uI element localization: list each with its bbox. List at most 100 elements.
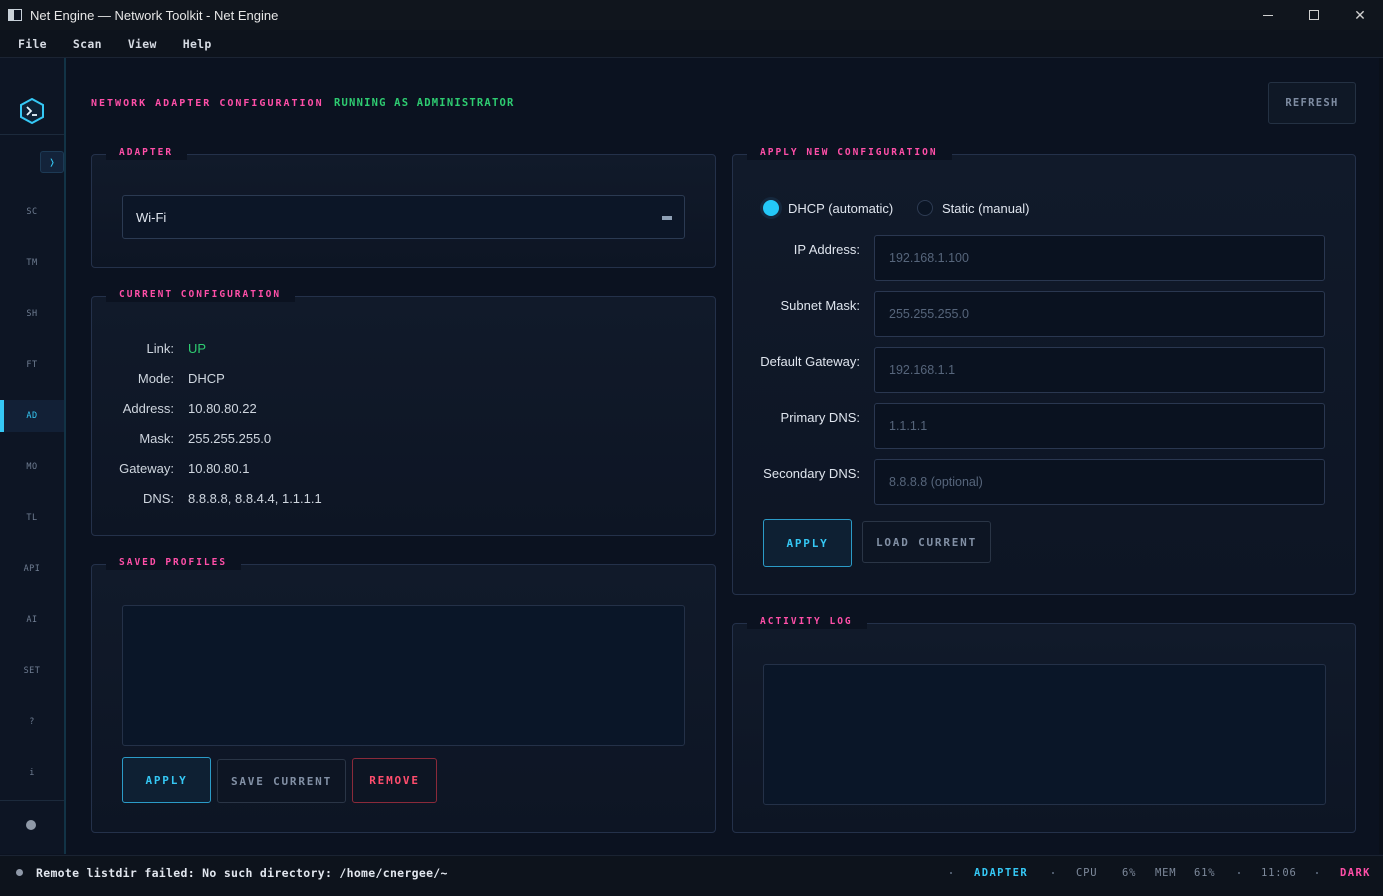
radio-checked-icon [763,200,779,216]
status-separator [1052,872,1054,874]
maximize-button[interactable] [1291,0,1337,30]
sidebar-item-help[interactable]: ? [0,706,64,738]
apply-profile-button[interactable]: APPLY [122,757,211,803]
sidebar-divider [0,134,64,135]
status-bar: Remote listdir failed: No such directory… [0,855,1383,896]
secondary-dns-label: Secondary DNS: [763,466,860,481]
page-title: NETWORK ADAPTER CONFIGURATION [91,98,324,109]
ip-address-input[interactable]: 192.168.1.100 [874,235,1325,281]
config-key: Gateway: [119,461,174,476]
radio-dhcp-label: DHCP (automatic) [788,200,894,216]
sidebar-item-ad[interactable]: AD [0,400,64,432]
subnet-mask-label: Subnet Mask: [780,298,861,313]
adapter-select-value: Wi-Fi [136,209,167,225]
remove-profile-button[interactable]: REMOVE [352,758,437,803]
config-row-address: Address: 10.80.80.22 [92,401,714,421]
status-separator [1316,872,1318,874]
apply-config-button[interactable]: APPLY [763,519,852,567]
sidebar-item-api[interactable]: API [0,553,64,585]
status-separator [950,872,952,874]
sidebar-item-ft[interactable]: FT [0,349,64,381]
status-separator [1238,872,1240,874]
config-row-link: Link: UP [92,341,714,361]
subnet-mask-input[interactable]: 255.255.255.0 [874,291,1325,337]
secondary-dns-placeholder: 8.8.8.8 (optional) [889,475,983,489]
theme-toggle[interactable]: DARK [1340,867,1371,879]
mem-label: MEM [1155,867,1177,879]
section-label: ADAPTER [106,145,188,160]
window-edge [1379,58,1383,854]
section-label: ACTIVITY LOG [747,614,867,629]
config-key: Mode: [137,371,174,386]
profiles-list[interactable] [122,605,685,746]
minimize-button[interactable] [1245,0,1291,30]
sidebar-item-tl[interactable]: TL [0,502,64,534]
menu-help[interactable]: Help [183,37,212,51]
sidebar-item-mo[interactable]: MO [0,451,64,483]
secondary-dns-input[interactable]: 8.8.8.8 (optional) [874,459,1325,505]
terminal-logo-icon [20,98,44,124]
mem-value: 61% [1194,867,1216,879]
config-value: UP [188,341,207,356]
section-label: SAVED PROFILES [106,555,242,570]
sidebar-item-sh[interactable]: SH [0,298,64,330]
sidebar-collapse-button[interactable]: ❭ [40,151,64,173]
status-message: Remote listdir failed: No such directory… [36,866,448,880]
config-key: Mask: [139,431,174,446]
section-label: CURRENT CONFIGURATION [106,287,296,302]
sidebar-divider [0,800,64,801]
default-gateway-input[interactable]: 192.168.1.1 [874,347,1325,393]
cpu-label: CPU [1076,867,1098,879]
primary-dns-input[interactable]: 1.1.1.1 [874,403,1325,449]
load-current-button[interactable]: LOAD CURRENT [862,521,991,563]
config-row-dns: DNS: 8.8.8.8, 8.8.4.4, 1.1.1.1 [92,491,714,511]
config-value: 10.80.80.1 [188,461,250,476]
ip-address-label: IP Address: [793,242,860,257]
subnet-mask-placeholder: 255.255.255.0 [889,307,969,321]
sidebar-item-info[interactable]: i [0,757,64,789]
radio-unchecked-icon [917,200,933,216]
sidebar-item-tm[interactable]: TM [0,247,64,279]
radio-static[interactable]: Static (manual) [917,200,1029,216]
sidebar-item-sc[interactable]: SC [0,196,64,228]
config-row-mask: Mask: 255.255.255.0 [92,431,714,451]
title-bar: Net Engine — Network Toolkit - Net Engin… [0,0,1383,30]
config-value: 255.255.255.0 [188,431,272,446]
status-page: ADAPTER [974,867,1029,879]
close-icon: ✕ [1354,6,1366,23]
refresh-button[interactable]: REFRESH [1268,82,1356,124]
default-gateway-placeholder: 192.168.1.1 [889,363,956,377]
clock: 11:06 [1261,867,1297,879]
connection-status-dot [26,820,36,830]
radio-dhcp[interactable]: DHCP (automatic) [763,200,893,216]
config-value: 8.8.8.8, 8.8.4.4, 1.1.1.1 [188,491,322,506]
section-label: APPLY NEW CONFIGURATION [747,145,952,160]
config-value: 10.80.80.22 [188,401,257,416]
adapter-panel: ADAPTER Wi-Fi [91,145,716,268]
sidebar-item-set[interactable]: SET [0,655,64,687]
config-row-gateway: Gateway: 10.80.80.1 [92,461,714,481]
activity-log-list[interactable] [763,664,1326,805]
config-row-mode: Mode: DHCP [92,371,714,391]
menu-view[interactable]: View [128,37,157,51]
save-current-button[interactable]: SAVE CURRENT [217,759,346,803]
maximize-icon [1309,10,1319,20]
cpu-value: 6% [1122,867,1137,879]
menu-bar: File Scan View Help [0,30,1383,58]
menu-file[interactable]: File [18,37,47,51]
activity-log-panel: ACTIVITY LOG [732,614,1356,833]
status-dot [16,869,23,876]
current-config-panel: CURRENT CONFIGURATION Link: UP Mode: DHC… [91,287,716,536]
dropdown-icon [662,216,672,220]
menu-scan[interactable]: Scan [73,37,102,51]
sidebar-item-ai[interactable]: AI [0,604,64,636]
window-title: Net Engine — Network Toolkit - Net Engin… [30,7,279,23]
config-key: DNS: [142,491,174,506]
primary-dns-label: Primary DNS: [780,410,860,425]
saved-profiles-panel: SAVED PROFILES APPLY SAVE CURRENT REMOVE [91,555,716,833]
minimize-icon [1263,14,1273,16]
new-config-panel: APPLY NEW CONFIGURATION DHCP (automatic)… [732,145,1356,595]
close-button[interactable]: ✕ [1337,0,1383,30]
config-key: Address: [122,401,174,416]
adapter-select[interactable]: Wi-Fi [122,195,685,239]
